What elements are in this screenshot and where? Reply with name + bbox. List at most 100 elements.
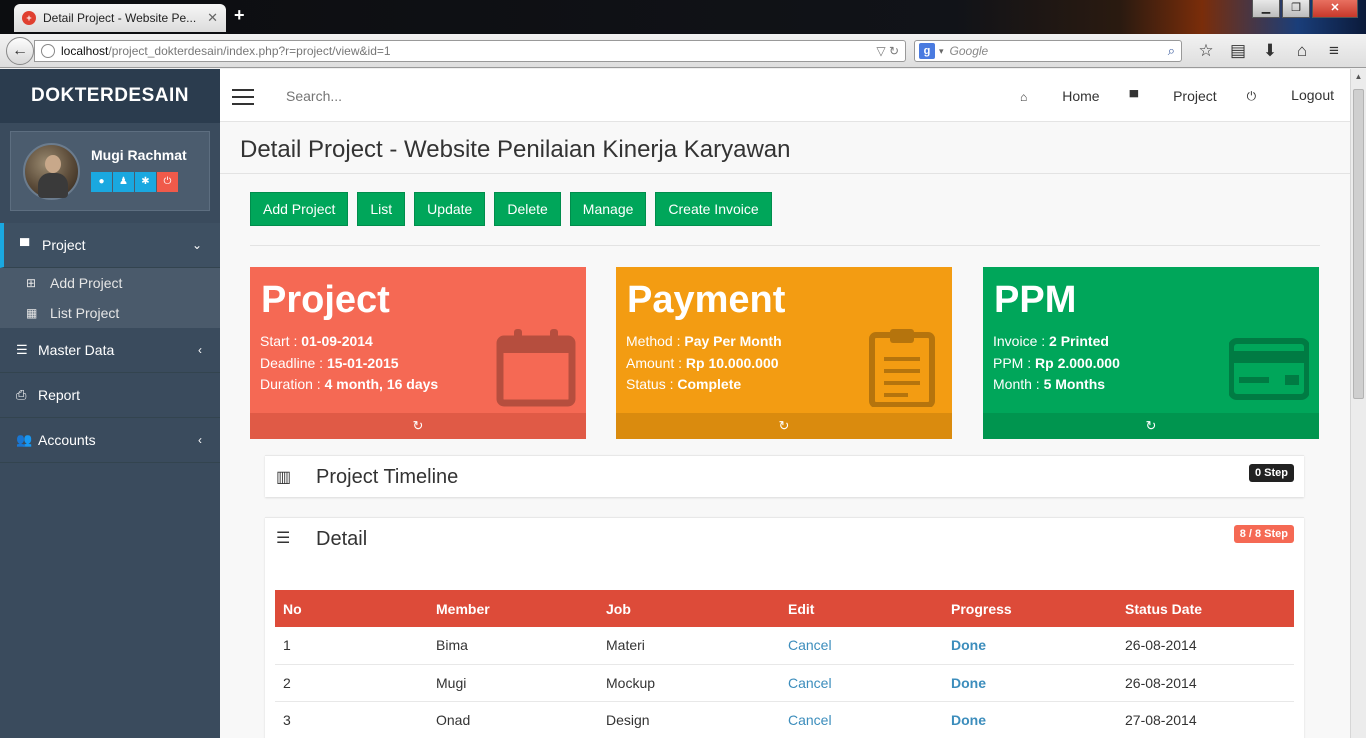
window-close-icon[interactable]: ✕	[1312, 0, 1358, 18]
cell-edit: Cancel	[780, 664, 943, 702]
cancel-link[interactable]: Cancel	[788, 637, 832, 653]
create-invoice-button[interactable]: Create Invoice	[655, 192, 772, 226]
new-tab-icon[interactable]: +	[234, 5, 245, 26]
progress-done[interactable]: Done	[951, 712, 986, 728]
sidebar-item-list-project[interactable]: ▦ List Project	[0, 298, 220, 328]
nav-home[interactable]: ⌂ Home	[1020, 88, 1100, 104]
download-icon[interactable]: ⬇	[1254, 41, 1286, 61]
ppm-box-details: Invoice : 2 Printed PPM : Rp 2.000.000 M…	[993, 331, 1120, 396]
bookmark-star-icon[interactable]: ☆	[1190, 41, 1222, 61]
chevron-down-icon: ⌄	[191, 238, 202, 252]
browser-search-placeholder: Google	[949, 44, 989, 58]
url-host: localhost	[61, 44, 109, 58]
col-job: Job	[606, 600, 631, 617]
cancel-link[interactable]: Cancel	[788, 712, 832, 728]
nav-logout-label: Logout	[1291, 87, 1334, 103]
power-icon[interactable]: ⏻	[157, 172, 178, 192]
nav-logout[interactable]: ⏻ Logout	[1247, 87, 1334, 104]
add-project-button[interactable]: Add Project	[250, 192, 349, 226]
method-value: Pay Per Month	[684, 333, 782, 349]
status-value: Complete	[677, 376, 742, 392]
sidebar-item-label: Accounts	[38, 432, 96, 448]
table-row: 1 Bima Materi Cancel Done 26-08-2014	[275, 627, 1294, 665]
search-input[interactable]	[286, 88, 586, 104]
col-member: Member	[436, 600, 490, 617]
maximize-icon[interactable]: ❐	[1282, 0, 1310, 18]
back-arrow-icon[interactable]: ←	[6, 37, 34, 65]
ppm-label: PPM :	[993, 354, 1036, 371]
chevron-left-icon: ‹	[198, 433, 202, 447]
bookmarks-list-icon[interactable]: ▤	[1222, 41, 1254, 61]
cell-status-date: 26-08-2014	[1117, 627, 1294, 665]
sidebar-item-label: Project	[42, 237, 86, 253]
nav-project-label: Project	[1173, 87, 1217, 104]
delete-button[interactable]: Delete	[494, 192, 561, 226]
nav-project[interactable]: ▀ Project	[1130, 88, 1217, 104]
sidebar-item-add-project[interactable]: ⊞ Add Project	[0, 268, 220, 298]
cell-member: Mugi	[428, 664, 598, 702]
magnifier-icon[interactable]: ⌕	[1168, 43, 1175, 59]
profile-icon[interactable]: ♟	[113, 172, 134, 192]
users-icon: 👥	[16, 432, 33, 447]
divider	[220, 173, 1350, 174]
cell-status-date: 26-08-2014	[1117, 664, 1294, 702]
cell-no: 1	[275, 627, 428, 665]
header-nav: ⌂ Home ▀ Project ⏻ Logout	[990, 69, 1334, 122]
sidebar-item-project[interactable]: ▀ Project ⌄	[0, 223, 220, 268]
status-icon[interactable]: ●	[91, 172, 112, 192]
duration-label: Duration :	[260, 376, 325, 392]
list-button[interactable]: List	[357, 192, 406, 226]
update-button[interactable]: Update	[414, 192, 486, 226]
browser-search-bar[interactable]: g ▾ Google ⌕	[914, 40, 1182, 62]
invoice-value: 2 Printed	[1049, 333, 1109, 349]
archive-icon: ▀	[20, 237, 30, 253]
status-badge: 8 / 8 Step	[1233, 525, 1294, 543]
minimize-icon[interactable]: ▁	[1252, 0, 1280, 18]
col-edit: Edit	[788, 600, 815, 617]
payment-box-details: Method : Pay Per Month Amount : Rp 10.00…	[626, 331, 782, 396]
tab-title: Detail Project - Website Pe...	[43, 11, 197, 25]
top-header: ⌂ Home ▀ Project ⏻ Logout	[220, 69, 1350, 122]
window-controls: ▁ ❐ ✕	[1250, 0, 1358, 18]
progress-done[interactable]: Done	[951, 675, 986, 691]
browser-tab[interactable]: + Detail Project - Website Pe... ✕	[14, 4, 226, 32]
scroll-up-icon[interactable]: ▲	[1351, 69, 1366, 85]
cell-member: Onad	[428, 701, 598, 738]
sidebar-item-report[interactable]: ⎙ Report	[0, 373, 220, 418]
sidebar-item-label: Add Project	[50, 275, 123, 291]
manage-button[interactable]: Manage	[569, 192, 647, 226]
progress-done[interactable]: Done	[951, 637, 986, 653]
project-box-title: Project	[261, 279, 390, 321]
deadline-label: Deadline :	[260, 354, 327, 371]
refresh-icon[interactable]: ↻	[250, 413, 586, 439]
home-icon[interactable]: ⌂	[1286, 41, 1318, 61]
search-engine-dropdown-icon[interactable]: ▾	[939, 46, 944, 57]
grid-list-icon: ▦	[26, 306, 38, 320]
sidebar-submenu: ⊞ Add Project ▦ List Project	[0, 268, 220, 328]
scroll-thumb[interactable]	[1353, 89, 1364, 399]
month-label: Month :	[993, 376, 1044, 392]
sidebar-item-accounts[interactable]: 👥 Accounts ‹	[0, 418, 220, 463]
user-actions: ● ♟ ✱ ⏻	[91, 172, 179, 192]
page-scrollbar[interactable]: ▲	[1350, 69, 1366, 738]
hamburger-icon[interactable]	[232, 89, 254, 110]
tab-close-icon[interactable]: ✕	[207, 10, 218, 26]
reload-icon[interactable]: ▽ ↻	[876, 44, 899, 58]
cell-progress: Done	[943, 664, 1117, 702]
google-logo-icon: g	[919, 43, 935, 59]
refresh-icon[interactable]: ↻	[983, 413, 1319, 439]
cancel-link[interactable]: Cancel	[788, 675, 832, 691]
url-bar[interactable]: localhost/project_dokterdesain/index.php…	[34, 40, 906, 62]
payment-box-title: Payment	[627, 279, 786, 321]
sidebar-item-master-data[interactable]: ☰ Master Data ‹	[0, 328, 220, 373]
browser-navbar: ← localhost/project_dokterdesain/index.p…	[0, 34, 1366, 68]
list-icon: ☰	[276, 530, 291, 547]
table-header-row: No Member Job Edit Progress Status Date	[275, 590, 1294, 627]
cell-job: Design	[598, 701, 780, 738]
globe-icon	[41, 44, 55, 58]
refresh-icon[interactable]: ↻	[616, 413, 952, 439]
menu-icon[interactable]: ≡	[1318, 41, 1350, 61]
avatar	[23, 143, 80, 200]
gear-icon[interactable]: ✱	[135, 172, 156, 192]
brand-logo[interactable]: DOKTERDESAIN	[0, 69, 220, 123]
